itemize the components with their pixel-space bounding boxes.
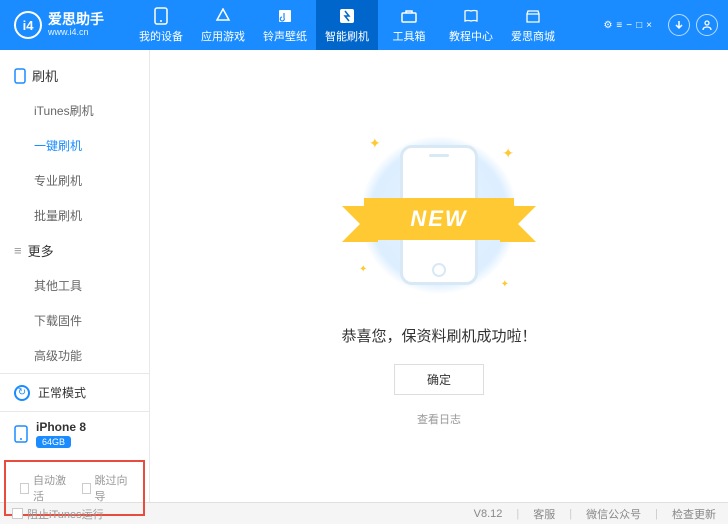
auto-activate-checkbox[interactable]: 自动激活 bbox=[20, 472, 68, 504]
sidebar-group-more: ≡ 更多 bbox=[0, 233, 149, 268]
sidebar-item-advanced[interactable]: 高级功能 bbox=[34, 338, 149, 373]
close-icon[interactable]: × bbox=[646, 20, 652, 31]
block-itunes-checkbox[interactable]: 阻止iTunes运行 bbox=[12, 506, 104, 522]
store-icon bbox=[524, 7, 542, 25]
phone-icon bbox=[152, 7, 170, 25]
nav-tutorial[interactable]: 教程中心 bbox=[440, 0, 502, 50]
refresh-icon: ↻ bbox=[14, 385, 30, 401]
skip-guide-checkbox[interactable]: 跳过向导 bbox=[82, 472, 130, 504]
flash-icon bbox=[338, 7, 356, 25]
menu-icon[interactable]: ≡ bbox=[616, 20, 622, 31]
app-title: 爱思助手 bbox=[48, 12, 104, 27]
phone-icon bbox=[14, 425, 28, 443]
app-subtitle: www.i4.cn bbox=[48, 28, 104, 38]
content-area: ✦ ✦ ✦ ✦ NEW 恭喜您，保资料刷机成功啦！ 确定 查看日志 bbox=[150, 50, 728, 502]
minimize-icon[interactable]: − bbox=[626, 20, 632, 31]
nav-store[interactable]: 爱思商城 bbox=[502, 0, 564, 50]
sidebar-item-batch-flash[interactable]: 批量刷机 bbox=[34, 198, 149, 233]
support-link[interactable]: 客服 bbox=[533, 506, 555, 522]
sidebar-item-download-firmware[interactable]: 下载固件 bbox=[34, 303, 149, 338]
header-bar: i4 爱思助手 www.i4.cn 我的设备 应用游戏 铃声壁纸 智能刷机 工具… bbox=[0, 0, 728, 50]
sidebar-group-flash: 刷机 bbox=[0, 58, 149, 93]
success-message: 恭喜您，保资料刷机成功啦！ bbox=[341, 325, 536, 346]
logo-area: i4 爱思助手 www.i4.cn bbox=[0, 11, 130, 39]
wechat-link[interactable]: 微信公众号 bbox=[586, 506, 641, 522]
apps-icon bbox=[214, 7, 232, 25]
maximize-icon[interactable]: □ bbox=[636, 20, 642, 31]
nav-my-device[interactable]: 我的设备 bbox=[130, 0, 192, 50]
sidebar-item-other-tools[interactable]: 其他工具 bbox=[34, 268, 149, 303]
nav-ringtone[interactable]: 铃声壁纸 bbox=[254, 0, 316, 50]
device-info[interactable]: iPhone 8 64GB bbox=[0, 412, 149, 456]
ok-button[interactable]: 确定 bbox=[394, 364, 484, 395]
view-log-link[interactable]: 查看日志 bbox=[417, 411, 461, 427]
sidebar-item-oneclick-flash[interactable]: 一键刷机 bbox=[34, 128, 149, 163]
sidebar: 刷机 iTunes刷机 一键刷机 专业刷机 批量刷机 ≡ 更多 其他工具 下载固… bbox=[0, 50, 150, 502]
mode-indicator[interactable]: ↻ 正常模式 bbox=[0, 374, 149, 412]
new-ribbon: NEW bbox=[364, 198, 514, 240]
download-button[interactable] bbox=[668, 14, 690, 36]
toolbox-icon bbox=[400, 7, 418, 25]
music-icon bbox=[276, 7, 294, 25]
nav-toolbox[interactable]: 工具箱 bbox=[378, 0, 440, 50]
phone-icon bbox=[14, 68, 26, 84]
main-nav: 我的设备 应用游戏 铃声壁纸 智能刷机 工具箱 教程中心 爱思商城 bbox=[130, 0, 564, 50]
book-icon bbox=[462, 7, 480, 25]
logo-icon: i4 bbox=[14, 11, 42, 39]
storage-badge: 64GB bbox=[36, 436, 71, 448]
nav-flash[interactable]: 智能刷机 bbox=[316, 0, 378, 50]
sidebar-item-itunes-flash[interactable]: iTunes刷机 bbox=[34, 93, 149, 128]
nav-apps[interactable]: 应用游戏 bbox=[192, 0, 254, 50]
sidebar-item-pro-flash[interactable]: 专业刷机 bbox=[34, 163, 149, 198]
device-name: iPhone 8 bbox=[36, 420, 86, 434]
version-label: V8.12 bbox=[474, 508, 503, 520]
success-illustration: ✦ ✦ ✦ ✦ NEW bbox=[339, 125, 539, 305]
menu-icon: ≡ bbox=[14, 243, 22, 258]
window-controls: ⚙ ≡ − □ × bbox=[603, 20, 652, 31]
user-button[interactable] bbox=[696, 14, 718, 36]
check-update-link[interactable]: 检查更新 bbox=[672, 506, 716, 522]
settings-icon[interactable]: ⚙ bbox=[603, 20, 612, 31]
